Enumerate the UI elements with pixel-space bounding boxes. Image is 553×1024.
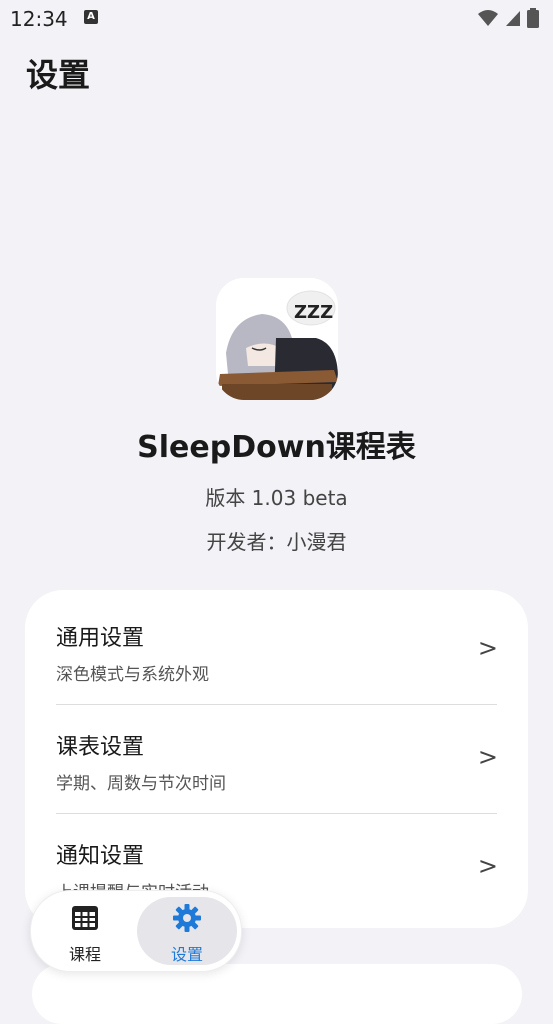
- gear-icon: [173, 904, 201, 932]
- timetable-settings-row[interactable]: 课表设置 学期、周数与节次时间 >: [25, 699, 528, 808]
- app-name: SleepDown课程表: [137, 430, 416, 465]
- settings-card: 通用设置 深色模式与系统外观 > 课表设置 学期、周数与节次时间 > 通知设置 …: [25, 590, 528, 928]
- bottom-nav: 课程 设置: [30, 890, 242, 972]
- row-subtitle: 深色模式与系统外观: [56, 665, 209, 685]
- next-settings-card: [32, 964, 522, 1024]
- tab-settings[interactable]: 设置: [137, 897, 237, 965]
- row-title: 通知设置: [56, 844, 145, 869]
- status-bar: 12:34 A: [0, 0, 553, 36]
- row-title: 通用设置: [56, 626, 145, 651]
- chevron-right-icon: >: [477, 743, 498, 771]
- page-title: 设置: [26, 56, 91, 94]
- chevron-right-icon: >: [477, 852, 498, 880]
- tab-courses[interactable]: 课程: [35, 897, 135, 965]
- developer-info: 开发者：小漫君: [206, 530, 347, 554]
- app-logo: ZZZ: [216, 278, 338, 400]
- zzz-text: ZZZ: [294, 302, 333, 323]
- wifi-icon: [478, 10, 498, 26]
- signal-icon: [506, 11, 520, 26]
- tab-label: 设置: [170, 945, 203, 964]
- sleeping-character-icon: ZZZ: [216, 278, 338, 400]
- status-indicators: [477, 8, 539, 28]
- status-time: 12:34: [10, 7, 68, 31]
- chevron-right-icon: >: [477, 634, 498, 662]
- row-subtitle: 学期、周数与节次时间: [56, 774, 226, 794]
- calendar-grid-icon: [72, 906, 98, 930]
- row-title: 课表设置: [56, 735, 145, 760]
- app-version: 版本 1.03 beta: [205, 486, 348, 510]
- battery-icon: [527, 8, 539, 28]
- general-settings-row[interactable]: 通用设置 深色模式与系统外观 >: [25, 590, 528, 699]
- tab-label: 课程: [68, 945, 101, 964]
- notification-a-icon: A: [84, 10, 98, 24]
